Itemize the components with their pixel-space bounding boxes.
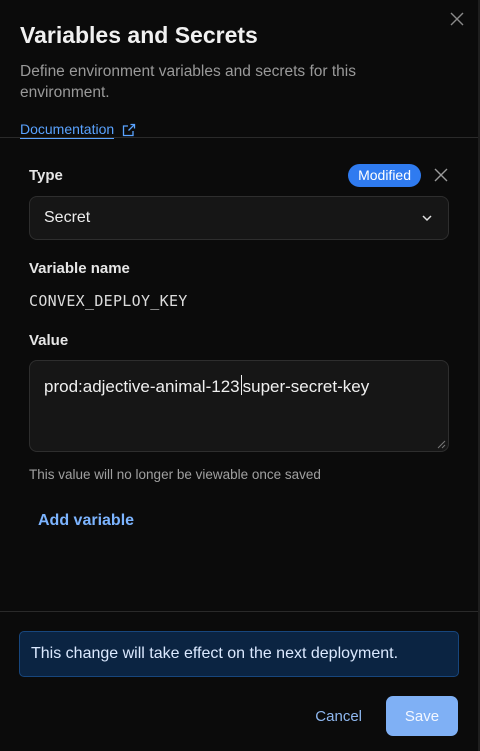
documentation-link-label: Documentation bbox=[20, 121, 115, 139]
value-hint: This value will no longer be viewable on… bbox=[29, 467, 321, 482]
value-textarea[interactable]: prod:adjective-animal-123 super-secret-ke… bbox=[29, 360, 449, 452]
cancel-button[interactable]: Cancel bbox=[315, 708, 362, 725]
save-button[interactable]: Save bbox=[386, 696, 458, 736]
remove-variable-button[interactable] bbox=[431, 165, 451, 185]
footer-actions: Cancel Save bbox=[19, 696, 459, 736]
close-panel-button[interactable] bbox=[446, 8, 468, 30]
panel-footer: This change will take effect on the next… bbox=[0, 611, 478, 736]
variables-panel: Variables and Secrets Define environment… bbox=[0, 0, 480, 751]
value-text-before-caret: prod:adjective-animal-123 bbox=[44, 377, 240, 396]
modified-controls: Modified bbox=[348, 163, 451, 187]
resize-handle-icon[interactable] bbox=[436, 439, 446, 449]
deployment-notice-text: This change will take effect on the next… bbox=[31, 645, 399, 662]
type-select[interactable]: Secret bbox=[29, 196, 449, 240]
variable-name-value: CONVEX_DEPLOY_KEY bbox=[29, 292, 188, 310]
documentation-link[interactable]: Documentation bbox=[20, 121, 136, 139]
chevron-down-icon bbox=[422, 215, 432, 222]
form-body: Type Modified Secret Variable name CONVE… bbox=[0, 163, 478, 530]
value-text-after-caret: super-secret-key bbox=[242, 377, 370, 396]
page-subtitle: Define environment variables and secrets… bbox=[20, 63, 356, 101]
modified-badge: Modified bbox=[348, 163, 421, 187]
type-label: Type bbox=[29, 166, 63, 184]
add-variable-button[interactable]: Add variable bbox=[38, 512, 134, 530]
variable-name-label: Variable name bbox=[29, 260, 130, 277]
close-icon bbox=[450, 12, 464, 26]
external-link-icon bbox=[123, 123, 136, 137]
deployment-notice: This change will take effect on the next… bbox=[19, 631, 459, 677]
panel-header: Variables and Secrets Define environment… bbox=[0, 0, 478, 139]
type-row: Type Modified bbox=[29, 163, 449, 187]
remove-icon bbox=[434, 168, 448, 182]
type-select-value: Secret bbox=[44, 209, 91, 226]
value-label: Value bbox=[29, 332, 69, 349]
page-title: Variables and Secrets bbox=[20, 22, 258, 48]
text-caret bbox=[240, 375, 242, 395]
